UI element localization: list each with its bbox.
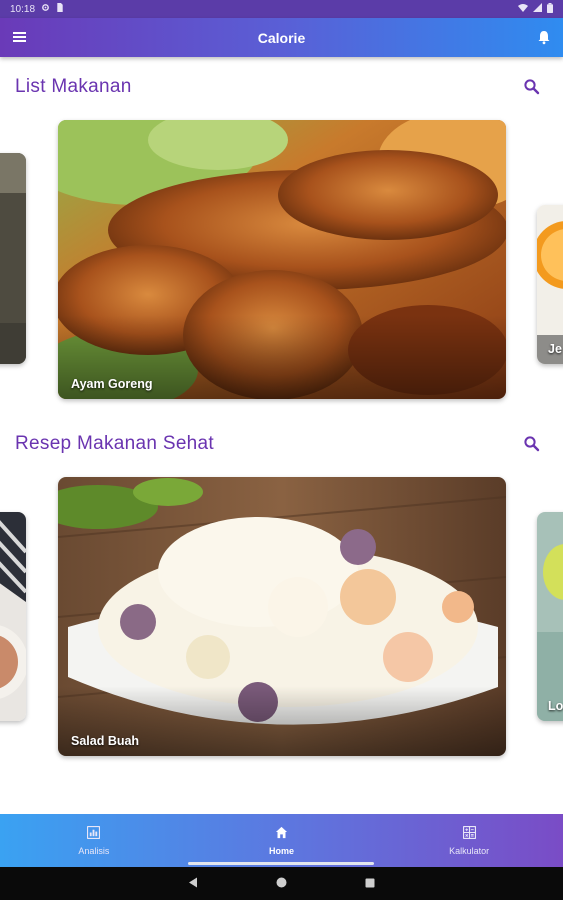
section-title-list-makanan: List Makanan: [15, 76, 132, 97]
system-navigation-bar: [0, 867, 563, 900]
recipe-card-prev[interactable]: [0, 512, 26, 721]
recipe-card-caption: Salad Buah: [71, 734, 140, 748]
food-card-main[interactable]: Ayam Goreng: [58, 120, 506, 399]
notification-bell-icon[interactable]: [536, 29, 552, 45]
status-time: 10:18: [10, 3, 36, 15]
calculator-icon: [462, 825, 476, 839]
home-icon: [275, 826, 288, 838]
food-image: [0, 153, 26, 364]
food-card-caption: Ayam Goreng: [71, 377, 153, 391]
app-screen: 10:18 Calorie List Makanan Ayam Goreng J…: [0, 0, 563, 900]
battery-icon: [547, 2, 553, 16]
recipe-image: [537, 512, 563, 721]
status-bar: 10:18: [0, 0, 563, 18]
food-card-caption: Je: [548, 342, 562, 356]
nav-label: Analisis: [78, 845, 110, 856]
fruit-salad-image: [58, 477, 506, 756]
nav-label: Home: [269, 845, 295, 856]
recents-icon[interactable]: [365, 875, 375, 893]
app-title: Calorie: [257, 29, 306, 46]
section-title-resep-makanan-sehat: Resep Makanan Sehat: [15, 433, 214, 454]
recipe-card-main[interactable]: Salad Buah: [58, 477, 506, 756]
search-icon[interactable]: [523, 78, 541, 96]
sim-status-icon: [56, 3, 64, 15]
recipe-image: [0, 512, 26, 721]
recipe-card-next[interactable]: Lo: [537, 512, 563, 721]
nav-label: Kalkulator: [449, 845, 490, 856]
nav-item-home[interactable]: Home: [188, 814, 376, 867]
back-icon[interactable]: [188, 875, 198, 893]
settings-status-icon: [41, 3, 50, 15]
home-circle-icon[interactable]: [276, 875, 287, 893]
orange-juice-image: [537, 205, 563, 364]
gesture-indicator: [188, 862, 374, 865]
recipe-card-caption: Lo: [548, 699, 563, 713]
search-icon[interactable]: [523, 435, 541, 453]
signal-icon: [533, 3, 542, 15]
food-card-prev[interactable]: [0, 153, 26, 364]
fried-chicken-image: [58, 120, 506, 399]
bottom-navigation: Analisis Home Kalkulator: [0, 814, 563, 867]
nav-item-analisis[interactable]: Analisis: [0, 814, 188, 867]
wifi-icon: [518, 3, 528, 15]
chart-icon: [87, 825, 101, 839]
menu-icon[interactable]: [12, 29, 28, 45]
app-bar: Calorie: [0, 18, 563, 57]
food-card-next[interactable]: Je: [537, 205, 563, 364]
nav-item-kalkulator[interactable]: Kalkulator: [375, 814, 563, 867]
